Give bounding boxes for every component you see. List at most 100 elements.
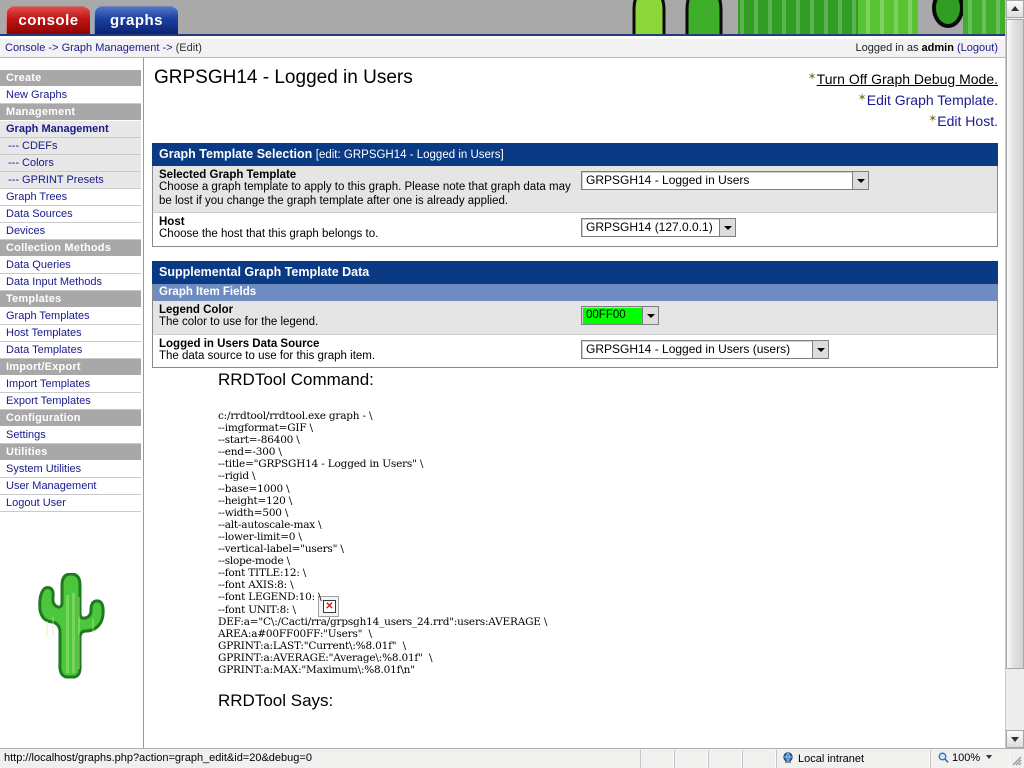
sidebar-item-data-queries[interactable]: Data Queries [0,257,141,274]
sidebar-item-gprint-presets[interactable]: --- GPRINT Presets [0,172,141,189]
sidebar-item-system-utilities[interactable]: System Utilities [0,461,141,478]
sidebar-item-logout-user[interactable]: Logout User [0,495,141,512]
field-control: GRPSGH14 - Logged in Users [581,166,997,212]
field-description: Logged in Users Data Source The data sou… [153,335,581,368]
select-data-source-value: GRPSGH14 - Logged in Users (users) [586,341,791,356]
sidebar-item-devices[interactable]: Devices [0,223,141,240]
scroll-down-button[interactable] [1006,730,1024,748]
status-bar: http://localhost/graphs.php?action=graph… [0,748,1024,768]
logged-in-label: Logged in as [855,42,919,54]
sidebar-item-host-templates[interactable]: Host Templates [0,325,141,342]
chevron-down-icon[interactable] [812,340,828,358]
sidebar-item-cdefs[interactable]: --- CDEFs [0,138,141,155]
field-control: GRPSGH14 - Logged in Users (users) [581,335,997,368]
action-edit-graph-template-label[interactable]: Edit Graph Template. [867,92,998,108]
sidebar-item-export-templates[interactable]: Export Templates [0,393,141,410]
sidebar-item-graph-trees[interactable]: Graph Trees [0,189,141,206]
security-zone[interactable]: Local intranet [782,752,864,765]
field-label-host: Host [159,216,185,228]
zoom-control[interactable]: 100% [938,752,993,764]
select-graph-template[interactable]: GRPSGH14 - Logged in Users [581,171,869,190]
field-help-host: Choose the host that this graph belongs … [159,228,379,240]
sidebar-item-data-input-methods[interactable]: Data Input Methods [0,274,141,291]
breadcrumb-console[interactable]: Console [5,42,45,54]
sidebar-item-graph-management[interactable]: Graph Management [0,121,141,138]
page-title: GRPSGH14 - Logged in Users [154,67,413,88]
select-host-value: GRPSGH14 (127.0.0.1) [586,220,713,234]
sidebar-item-graph-templates[interactable]: Graph Templates [0,308,141,325]
main-content: GRPSGH14 - Logged in Users ✶Turn Off Gra… [144,58,1006,748]
select-graph-template-value: GRPSGH14 - Logged in Users [586,173,750,187]
chevron-down-icon[interactable] [642,307,658,324]
chevron-down-icon[interactable] [986,755,993,759]
status-url: http://localhost/graphs.php?action=graph… [4,752,312,764]
sidebar-item-colors[interactable]: --- Colors [0,155,141,172]
resize-grip[interactable] [1010,754,1022,766]
field-row-selected-graph-template: Selected Graph Template Choose a graph t… [152,166,998,213]
supplemental-header: Supplemental Graph Template Data [152,261,998,284]
graph-template-selection-title: Graph Template Selection [159,147,313,161]
status-cell-2 [674,750,708,768]
field-row-data-source: Logged in Users Data Source The data sou… [152,334,998,368]
breadcrumb-sep-1: -> [48,42,59,54]
status-cell-4 [742,750,776,768]
sidebar-item-data-sources[interactable]: Data Sources [0,206,141,223]
breadcrumb-graph-management[interactable]: Graph Management [62,42,160,54]
action-turn-off-debug-label[interactable]: Turn Off Graph Debug Mode. [817,71,998,87]
field-control: GRPSGH14 (127.0.0.1) [581,213,997,246]
scroll-up-button[interactable] [1006,0,1024,18]
sidebar-item-import-templates[interactable]: Import Templates [0,376,141,393]
sidebar: Create New Graphs Management Graph Manageme… [0,58,144,748]
sidebar-group-header: Configuration [0,410,141,427]
tab-graphs[interactable]: graphs [94,6,178,34]
asterisk-icon: ✶ [807,71,817,83]
chevron-down-icon[interactable] [719,219,735,236]
graph-item-fields-subheader: Graph Item Fields [152,284,998,301]
security-zone-label: Local intranet [798,753,865,765]
sidebar-item-user-management[interactable]: User Management [0,478,141,495]
sidebar-item-new-graphs[interactable]: New Graphs [0,87,141,104]
field-label-selected-graph-template: Selected Graph Template [159,169,297,181]
login-info: Logged in as admin (Logout) [855,42,998,54]
field-description: Host Choose the host that this graph bel… [153,213,581,246]
action-edit-graph-template[interactable]: ✶Edit Graph Template. [807,89,998,110]
banner-underline [0,34,1006,36]
field-help-selected-graph-template: Choose a graph template to apply to this… [159,181,571,207]
select-legend-color[interactable]: 00FF00 [581,306,659,325]
status-cell-3 [708,750,742,768]
cacti-banner-art [608,0,1006,36]
breadcrumb: Console -> Graph Management -> (Edit) [5,42,202,54]
action-turn-off-debug[interactable]: ✶Turn Off Graph Debug Mode. [807,68,998,89]
sidebar-item-settings[interactable]: Settings [0,427,141,444]
sidebar-nav: Create New Graphs Management Graph Manageme… [0,58,141,512]
field-label-legend-color: Legend Color [159,304,234,316]
zoom-level-label: 100% [952,752,981,764]
action-edit-host-label[interactable]: Edit Host. [937,113,998,129]
asterisk-icon: ✶ [928,113,938,125]
asterisk-icon: ✶ [857,92,867,104]
rrdtool-says-heading: RRDTool Says: [218,691,334,710]
supplemental-graph-template-data-panel: Supplemental Graph Template Data Graph I… [152,261,998,368]
field-label-data-source: Logged in Users Data Source [159,337,320,350]
select-host[interactable]: GRPSGH14 (127.0.0.1) [581,218,736,237]
action-edit-host[interactable]: ✶Edit Host. [807,110,998,131]
field-row-legend-color: Legend Color The color to use for the le… [152,301,998,335]
scrollbar-thumb[interactable] [1006,19,1024,669]
field-description: Legend Color The color to use for the le… [153,301,581,334]
magnifier-icon [938,752,949,763]
breadcrumb-sep-2: -> [162,42,173,54]
logout-link[interactable]: (Logout) [957,42,998,54]
breadcrumb-bar: Console -> Graph Management -> (Edit) Lo… [0,39,1006,58]
breadcrumb-current: (Edit) [175,42,202,54]
cacti-logo [22,572,122,683]
rrdtool-command-text: c:/rrdtool/rrdtool.exe graph - \ --imgfo… [218,410,548,676]
logged-in-username: admin [921,42,954,54]
select-legend-color-value: 00FF00 [586,309,626,321]
page-actions: ✶Turn Off Graph Debug Mode. ✶Edit Graph … [807,68,998,131]
status-cell-1 [640,750,674,768]
sidebar-item-data-templates[interactable]: Data Templates [0,342,141,359]
tab-console[interactable]: console [6,6,90,34]
select-data-source[interactable]: GRPSGH14 - Logged in Users (users) [581,339,829,359]
chevron-down-icon[interactable] [852,172,868,189]
vertical-scrollbar[interactable] [1005,0,1024,748]
